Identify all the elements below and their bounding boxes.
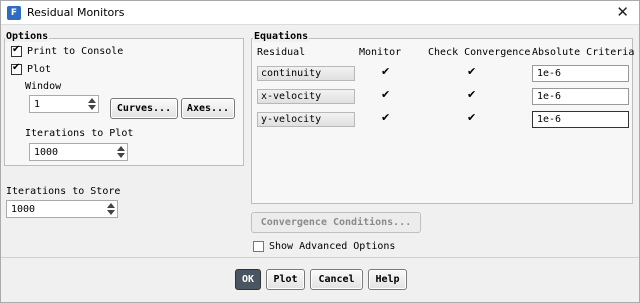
iterations-to-plot-label: Iterations to Plot: [25, 128, 134, 139]
ok-button[interactable]: OK: [235, 269, 261, 290]
absolute-criteria-input[interactable]: 1e-6: [532, 111, 629, 128]
plot-button[interactable]: Plot: [266, 269, 305, 290]
residual-name: y-velocity: [257, 112, 355, 127]
iterations-to-store-spinner[interactable]: 1000: [6, 200, 118, 218]
residual-name: continuity: [257, 66, 355, 81]
curves-button[interactable]: Curves...: [110, 98, 178, 119]
help-button[interactable]: Help: [368, 269, 407, 290]
options-group-label: Options: [5, 31, 50, 42]
check-convergence-checkbox[interactable]: [466, 65, 477, 78]
spin-up-icon[interactable]: [107, 203, 115, 208]
absolute-criteria-input[interactable]: 1e-6: [532, 88, 629, 105]
absolute-criteria-header: Absolute Criteria: [532, 47, 635, 58]
plot-label: Plot: [27, 64, 52, 75]
residual-monitors-dialog: F Residual Monitors ✕ Options Print to C…: [0, 0, 640, 303]
check-convergence-checkbox[interactable]: [466, 111, 477, 124]
residual-name: x-velocity: [257, 89, 355, 104]
iterations-to-store-label: Iterations to Store: [6, 186, 121, 197]
spin-up-icon[interactable]: [88, 98, 96, 103]
residual-header: Residual: [257, 47, 306, 58]
monitor-checkbox[interactable]: [380, 88, 391, 101]
spin-up-icon[interactable]: [117, 146, 125, 151]
axes-button[interactable]: Axes...: [181, 98, 235, 119]
cancel-button[interactable]: Cancel: [310, 269, 363, 290]
show-advanced-label: Show Advanced Options: [269, 241, 396, 252]
plot-checkbox[interactable]: [11, 62, 22, 75]
print-to-console-checkbox[interactable]: [11, 44, 22, 57]
window-title: Residual Monitors: [27, 6, 125, 19]
spin-down-icon[interactable]: [107, 210, 115, 215]
check-convergence-checkbox[interactable]: [466, 88, 477, 101]
window-value: 1: [34, 99, 41, 110]
footer-divider: [1, 257, 639, 258]
monitor-header: Monitor: [359, 47, 402, 58]
equations-group-label: Equations: [253, 31, 310, 42]
title-bar[interactable]: F Residual Monitors ✕: [1, 1, 639, 25]
convergence-conditions-button[interactable]: Convergence Conditions...: [251, 212, 421, 233]
iterations-to-plot-value: 1000: [34, 147, 59, 158]
absolute-criteria-input[interactable]: 1e-6: [532, 65, 629, 82]
spin-down-icon[interactable]: [88, 105, 96, 110]
window-spinner[interactable]: 1: [29, 95, 99, 113]
window-label: Window: [25, 81, 62, 92]
check-convergence-header: Check Convergence: [428, 47, 531, 58]
print-to-console-label: Print to Console: [27, 46, 124, 57]
spin-down-icon[interactable]: [117, 153, 125, 158]
show-advanced-checkbox[interactable]: [253, 241, 264, 252]
close-icon[interactable]: ✕: [616, 3, 629, 21]
monitor-checkbox[interactable]: [380, 65, 391, 78]
iterations-to-store-value: 1000: [11, 204, 36, 215]
monitor-checkbox[interactable]: [380, 111, 391, 124]
iterations-to-plot-spinner[interactable]: 1000: [29, 143, 128, 161]
app-icon: F: [7, 6, 21, 20]
